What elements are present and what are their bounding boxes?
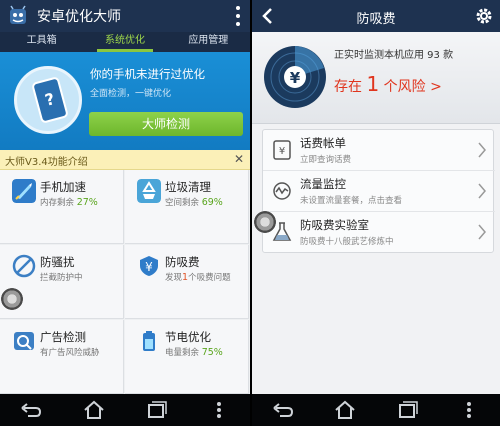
menu-icon[interactable] <box>454 398 484 422</box>
touch-indicator <box>1 288 23 310</box>
item-title: 话费帐单 <box>300 136 346 150</box>
tool-name: 防吸费 <box>165 255 200 269</box>
tool-power-save[interactable]: 节电优化 电量剩余 75% <box>125 320 249 394</box>
optimizer-main-screen: 安卓优化大师 工具箱 系统优化 应用管理 ? 你的手机未进行过优化 全面检测，一… <box>0 0 250 426</box>
tool-desc: 空间剩余 69% <box>165 197 223 208</box>
hero-subtitle: 全面检测，一键优化 <box>90 89 172 99</box>
tool-desc: 内存剩余 27% <box>40 197 98 208</box>
back-icon[interactable] <box>16 398 46 422</box>
gear-icon[interactable] <box>474 6 494 26</box>
chevron-right-icon <box>478 183 486 199</box>
tool-anti-fee[interactable]: ¥ 防吸费 发现1个吸费问题 <box>125 245 249 319</box>
master-check-button[interactable]: 大师检测 <box>89 112 243 136</box>
tool-name: 垃圾清理 <box>165 180 211 194</box>
tool-anti-harass[interactable]: 防骚扰 拦截防护中 <box>0 245 124 319</box>
tool-desc: 发现1个吸费问题 <box>165 272 231 283</box>
list-item-phone-bill[interactable]: ¥ 话费帐单 立即查询话费 <box>263 130 495 171</box>
shield-yuan-icon: ¥ <box>140 256 158 276</box>
tab-app-management[interactable]: 应用管理 <box>167 32 250 52</box>
tool-desc: 电量剩余 75% <box>165 347 223 358</box>
system-nav-bar <box>252 394 500 426</box>
tool-ad-detect[interactable]: 广告检测 有广告风险威胁 <box>0 320 124 394</box>
recycle-icon <box>137 179 161 203</box>
system-nav-bar <box>0 394 250 426</box>
app-title: 安卓优化大师 <box>37 9 121 25</box>
tool-name: 防骚扰 <box>40 255 75 269</box>
item-title: 流量监控 <box>300 177 346 191</box>
home-icon[interactable] <box>330 398 360 422</box>
traffic-monitor-icon <box>273 182 291 200</box>
banner-text: 大师V3.4功能介绍 <box>5 157 88 168</box>
tool-grid: 手机加速 内存剩余 27% 垃圾清理 空间剩余 69% 防骚扰 拦截防护中 ¥ … <box>0 170 250 394</box>
svg-text:¥: ¥ <box>145 260 153 274</box>
svg-text:¥: ¥ <box>290 69 301 87</box>
menu-icon[interactable] <box>204 398 234 422</box>
list-item-anti-fee-lab[interactable]: 防吸费实验室 防吸费十八般武艺修炼中 <box>263 212 495 253</box>
monitor-status-text: 正实时监测本机应用 93 款 <box>334 50 454 61</box>
main-tab-bar: 工具箱 系统优化 应用管理 <box>0 32 250 52</box>
tool-desc: 拦截防护中 <box>40 273 83 283</box>
bill-icon: ¥ <box>273 140 291 160</box>
item-title: 防吸费实验室 <box>300 218 369 232</box>
item-desc: 防吸费十八般武艺修炼中 <box>300 237 394 247</box>
chevron-right-icon <box>478 224 486 240</box>
hero-title: 你的手机未进行过优化 <box>90 67 205 81</box>
close-icon[interactable]: ✕ <box>234 152 244 166</box>
tool-junk-clean[interactable]: 垃圾清理 空间剩余 69% <box>125 170 249 244</box>
list-item-traffic-monitor[interactable]: 流量监控 未设置流量套餐，点击查看 <box>263 171 495 212</box>
tab-toolbox[interactable]: 工具箱 <box>0 32 83 52</box>
rocket-icon <box>12 179 36 203</box>
radar-yuan-icon: ¥ <box>264 46 326 108</box>
overflow-menu-icon[interactable] <box>235 6 241 26</box>
tool-phone-boost[interactable]: 手机加速 内存剩余 27% <box>0 170 124 244</box>
ad-search-icon <box>14 332 34 350</box>
touch-indicator <box>254 211 276 233</box>
anti-fee-screen: 防吸费 ¥ 正实时监测本机应用 93 款 存在 1 个风险 > ¥ 话费帐单 立… <box>252 0 500 426</box>
back-icon[interactable] <box>268 398 298 422</box>
anti-fee-title-bar: 防吸费 <box>252 0 500 32</box>
page-title: 防吸费 <box>356 12 396 27</box>
monitor-hero-panel: ¥ 正实时监测本机应用 93 款 存在 1 个风险 > <box>252 32 500 124</box>
android-logo-icon <box>10 5 26 24</box>
tool-name: 广告检测 <box>40 330 86 344</box>
tab-system-optimize[interactable]: 系统优化 <box>83 32 166 52</box>
optimize-hero-panel: ? 你的手机未进行过优化 全面检测，一键优化 大师检测 <box>0 52 250 150</box>
home-icon[interactable] <box>79 398 109 422</box>
phone-question-icon: ? <box>14 66 82 134</box>
recent-apps-icon[interactable] <box>392 398 422 422</box>
svg-text:¥: ¥ <box>279 146 285 157</box>
version-intro-banner[interactable]: 大师V3.4功能介绍 ✕ <box>0 150 250 170</box>
item-desc: 立即查询话费 <box>300 155 352 165</box>
tool-desc: 有广告风险威胁 <box>40 348 100 358</box>
anti-fee-feature-list: ¥ 话费帐单 立即查询话费 流量监控 未设置流量套餐，点击查看 防吸费实验室 防… <box>262 129 495 253</box>
chevron-right-icon <box>478 142 486 158</box>
recent-apps-icon[interactable] <box>141 398 171 422</box>
tool-name: 节电优化 <box>165 330 211 344</box>
block-icon <box>12 254 36 278</box>
app-title-bar: 安卓优化大师 <box>0 0 250 32</box>
tool-name: 手机加速 <box>40 180 86 194</box>
risk-summary-link[interactable]: 存在 1 个风险 > <box>334 72 442 96</box>
item-desc: 未设置流量套餐，点击查看 <box>300 196 403 206</box>
battery-icon <box>143 331 155 351</box>
